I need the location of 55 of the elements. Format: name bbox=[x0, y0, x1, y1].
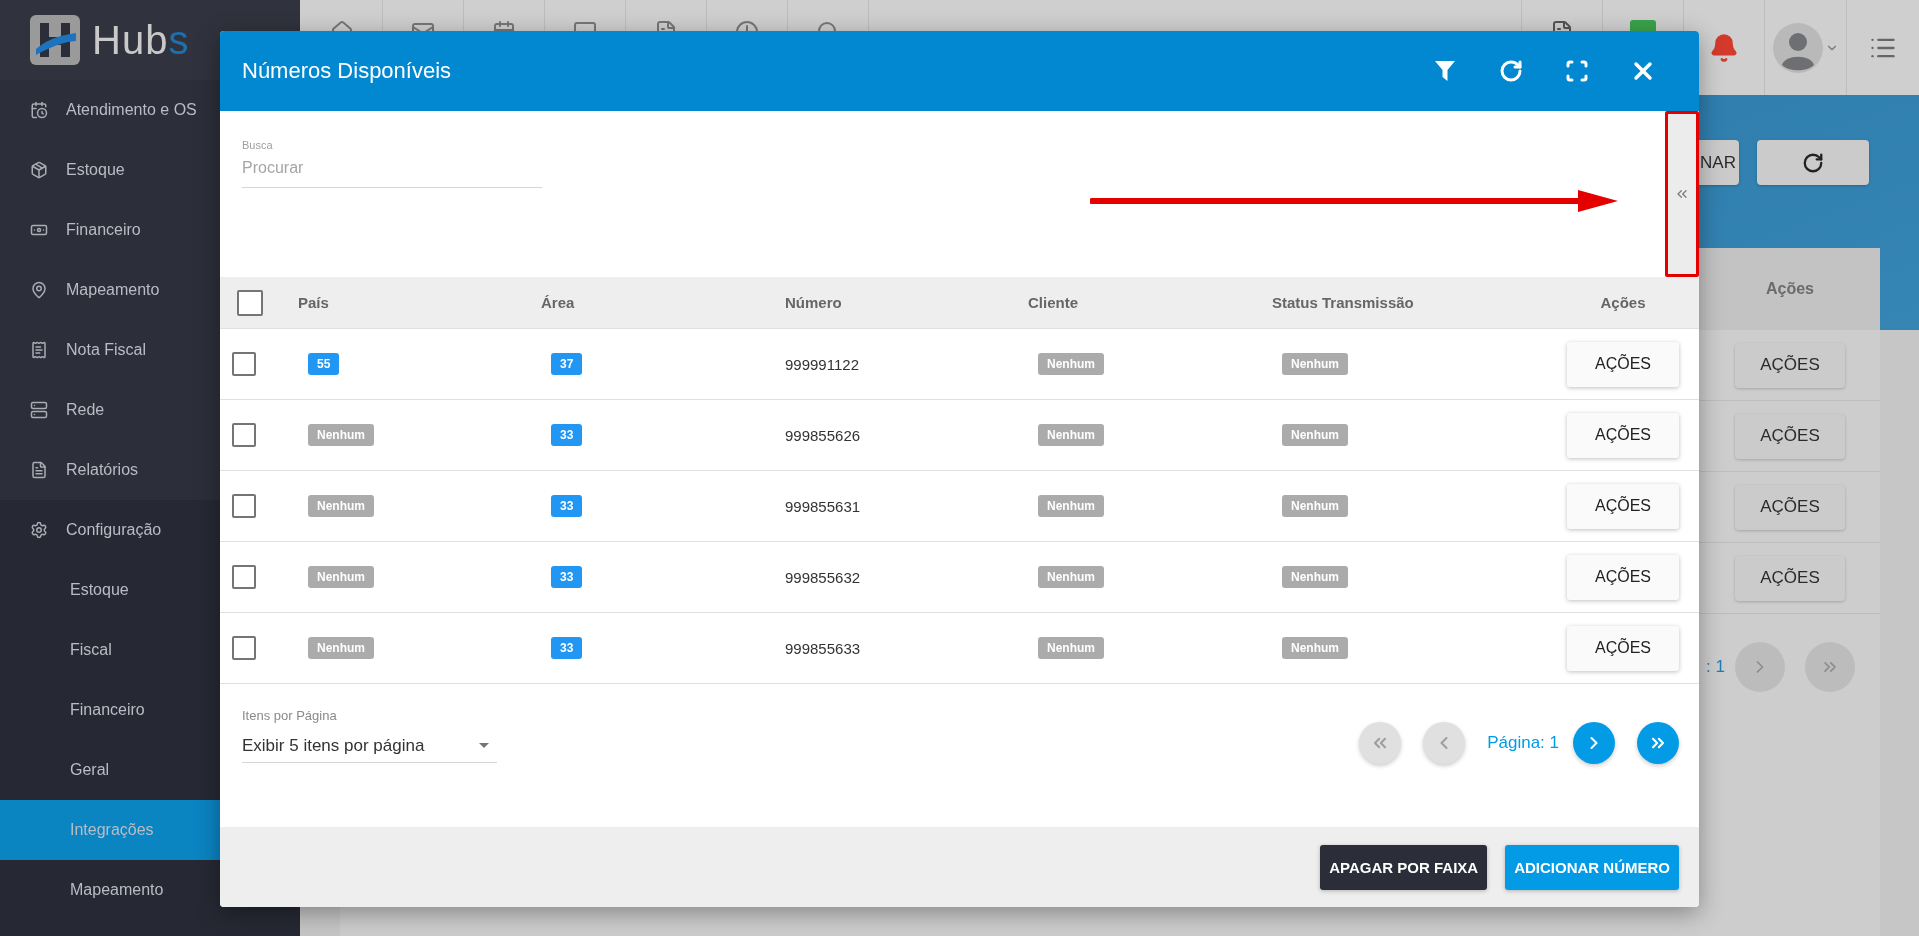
actions-button[interactable]: AÇÕES bbox=[1735, 342, 1845, 388]
sidebar-item[interactable]: Nota Fiscal bbox=[0, 320, 300, 380]
sidebar-item[interactable]: Mapeamento bbox=[0, 260, 300, 320]
table-cell-text: 999991122 bbox=[785, 355, 860, 373]
tag: 33 bbox=[551, 495, 583, 517]
delete-range-button[interactable]: APAGAR POR FAIXA bbox=[1320, 844, 1488, 890]
tag: Nenhum bbox=[1038, 637, 1104, 659]
actions-button[interactable]: AÇÕES bbox=[1567, 625, 1679, 671]
table-cell-text: 999855632 bbox=[785, 568, 862, 586]
column-header: Status Transmissão bbox=[1272, 294, 1414, 311]
page-size-select[interactable]: Exibir 5 itens por página bbox=[242, 729, 497, 763]
sidebar-item[interactable]: Configuração bbox=[0, 500, 300, 560]
sidebar-item[interactable]: Relatórios bbox=[0, 440, 300, 500]
page-label: Página: 1 bbox=[1487, 733, 1559, 753]
tag: Nenhum bbox=[1038, 566, 1104, 588]
table-cell-text: 999855626 bbox=[785, 426, 862, 444]
column-header: Cliente bbox=[1028, 294, 1078, 311]
actions-button[interactable]: AÇÕES bbox=[1567, 412, 1679, 458]
tag: Nenhum bbox=[1282, 353, 1348, 375]
column-header: Ações bbox=[1766, 280, 1814, 298]
field-label: Itens por Página bbox=[242, 708, 338, 723]
column-header: Área bbox=[541, 294, 575, 311]
table-cell-text: 999855631 bbox=[785, 497, 862, 515]
column-header: País bbox=[298, 294, 329, 311]
tag: 33 bbox=[551, 566, 583, 588]
search-field[interactable]: Procurar bbox=[242, 159, 542, 188]
sidebar-item[interactable]: Financeiro bbox=[0, 200, 300, 260]
tag: 55 bbox=[308, 353, 340, 375]
tag: Nenhum bbox=[1282, 566, 1348, 588]
actions-button[interactable]: AÇÕES bbox=[1567, 554, 1679, 600]
logo-text: Hubs bbox=[92, 17, 190, 63]
tag: Nenhum bbox=[308, 424, 374, 446]
table-cell-text: 999855633 bbox=[785, 639, 862, 657]
actions-button[interactable]: AÇÕES bbox=[1567, 341, 1679, 387]
tag: 33 bbox=[551, 637, 583, 659]
tag: Nenhum bbox=[1038, 353, 1104, 375]
column-header: Número bbox=[785, 294, 842, 311]
sidebar-item[interactable]: Rede bbox=[0, 380, 300, 440]
tag: Nenhum bbox=[308, 637, 374, 659]
actions-button[interactable]: AÇÕES bbox=[1735, 413, 1845, 459]
actions-button[interactable]: AÇÕES bbox=[1735, 555, 1845, 601]
tag: Nenhum bbox=[1038, 495, 1104, 517]
tag: Nenhum bbox=[1282, 424, 1348, 446]
column-header: Ações bbox=[1600, 294, 1646, 311]
actions-button[interactable]: AÇÕES bbox=[1567, 483, 1679, 529]
field-label: Busca bbox=[242, 139, 274, 151]
tag: 33 bbox=[551, 424, 583, 446]
tag: 37 bbox=[551, 353, 583, 375]
tag: Nenhum bbox=[308, 566, 374, 588]
page-label: : 1 bbox=[1706, 657, 1725, 677]
tag: Nenhum bbox=[1038, 424, 1104, 446]
actions-button[interactable]: AÇÕES bbox=[1735, 484, 1845, 530]
tag: Nenhum bbox=[1282, 495, 1348, 517]
tag: Nenhum bbox=[1282, 637, 1348, 659]
tag: Nenhum bbox=[308, 495, 374, 517]
